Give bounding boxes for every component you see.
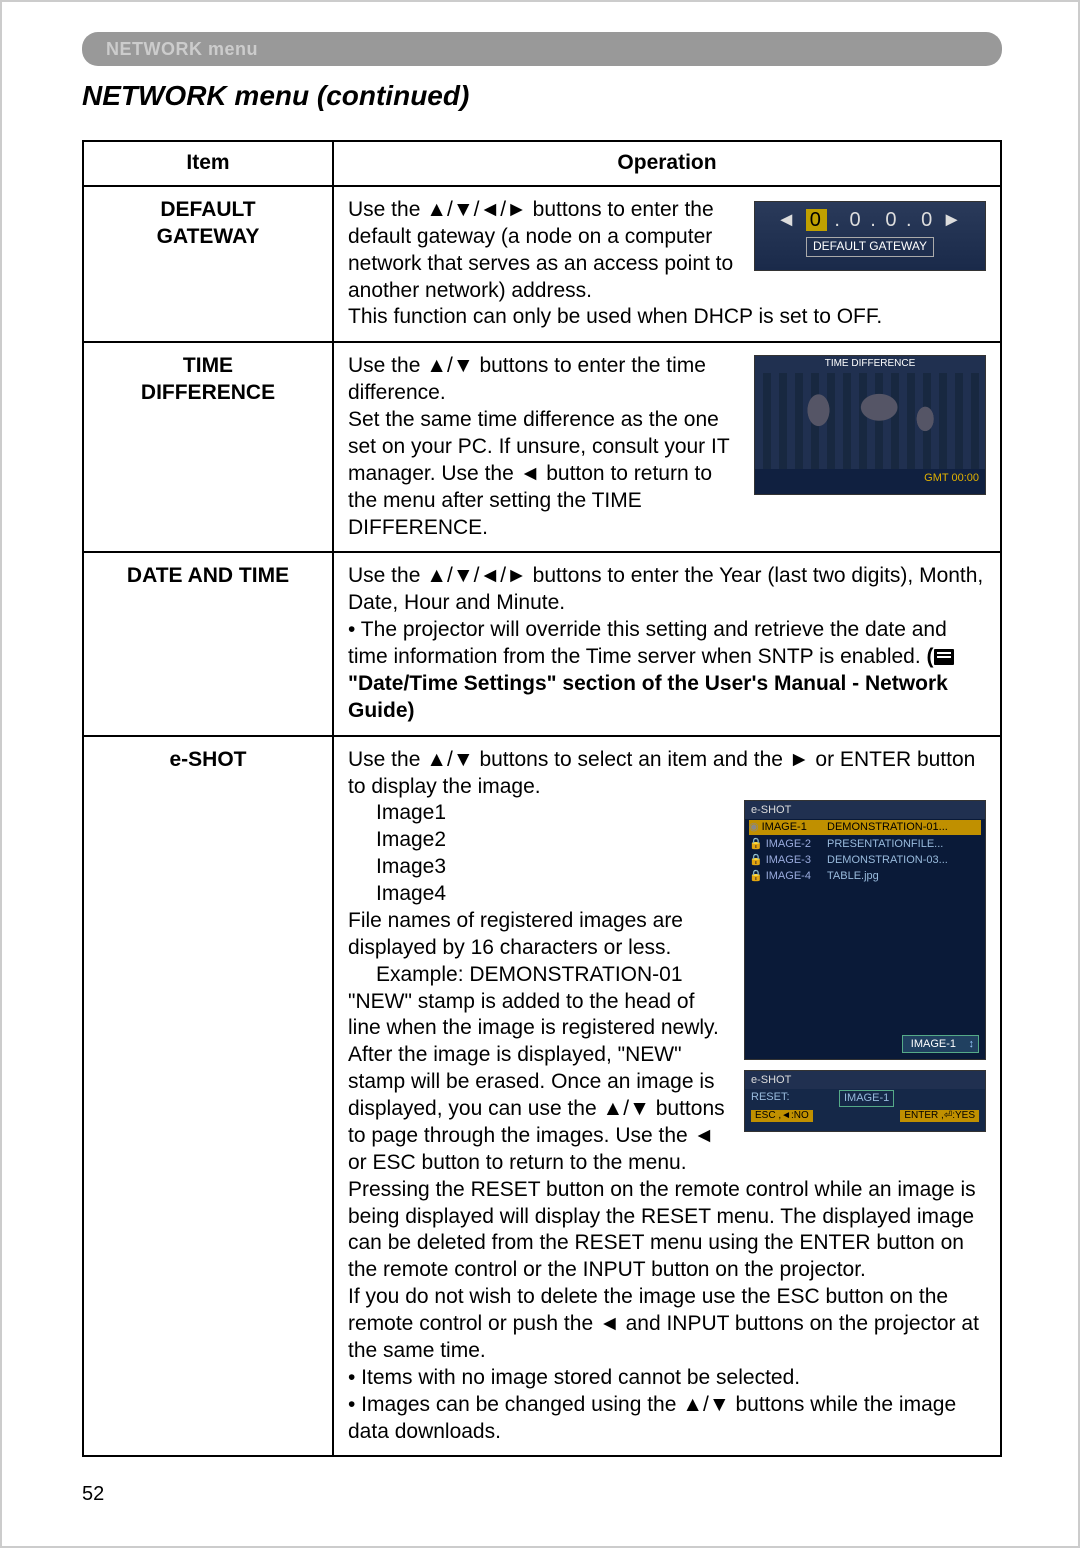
table-row: TIME DIFFERENCE TIME DIFFERENCE GMT 00:0… <box>83 342 1001 552</box>
eshot-reset-header: e-SHOT <box>745 1071 985 1089</box>
datetime-text-1: Use the ▲/▼/◄/► buttons to enter the Yea… <box>348 564 983 614</box>
eshot-text-1: Use the ▲/▼ buttons to select an item an… <box>348 748 975 798</box>
eshot-reset-row: RESET:IMAGE-1 <box>745 1089 985 1107</box>
lock-icon: 🔒 <box>749 854 763 866</box>
eshot-text-6: • Items with no image stored cannot be s… <box>348 1366 800 1389</box>
open-eye-icon: ◉ <box>749 821 759 833</box>
eshot-row-4: 🔒IMAGE-4TABLE.jpg <box>745 868 985 884</box>
timediff-header: TIME DIFFERENCE <box>755 356 985 373</box>
section-tab: NETWORK menu <box>82 32 1002 66</box>
table-row: DATE AND TIME Use the ▲/▼/◄/► buttons to… <box>83 552 1001 735</box>
item-date-and-time: DATE AND TIME <box>83 552 333 735</box>
item-time-difference: TIME DIFFERENCE <box>83 342 333 552</box>
world-map-icon <box>755 373 985 469</box>
table-row: e-SHOT Use the ▲/▼ buttons to select an … <box>83 736 1001 1457</box>
eshot-row-1: ◉IMAGE-1DEMONSTRATION-01... <box>745 819 985 835</box>
eshot-text-7: • Images can be changed using the ▲/▼ bu… <box>348 1393 956 1443</box>
eshot-text-3: "NEW" stamp is added to the head of line… <box>348 990 725 1174</box>
gateway-ip-label: DEFAULT GATEWAY <box>806 237 934 256</box>
op-e-shot: Use the ▲/▼ buttons to select an item an… <box>333 736 1001 1457</box>
gateway-screenshot: ◄ 0 . 0 . 0 . 0 ► DEFAULT GATEWAY <box>754 201 986 271</box>
eshot-text-4: Pressing the RESET button on the remote … <box>348 1178 976 1282</box>
eshot-row-2: 🔒IMAGE-2PRESENTATIONFILE... <box>745 836 985 852</box>
header-item: Item <box>83 141 333 186</box>
eshot-reset-yes: ENTER ,⏎:YES <box>900 1110 979 1123</box>
gateway-text-1: Use the ▲/▼/◄/► buttons to enter the def… <box>348 198 733 302</box>
eshot-reset-foot: ESC ,◄:NO ENTER ,⏎:YES <box>745 1108 985 1125</box>
timediff-screenshot: TIME DIFFERENCE GMT 00:00 <box>754 355 986 495</box>
item-e-shot: e-SHOT <box>83 736 333 1457</box>
eshot-image-tag: IMAGE-1 <box>902 1035 979 1053</box>
section-tab-label: NETWORK menu <box>106 39 258 60</box>
eshot-list-screenshot: e-SHOT ◉IMAGE-1DEMONSTRATION-01... 🔒IMAG… <box>744 800 986 1060</box>
op-default-gateway: ◄ 0 . 0 . 0 . 0 ► DEFAULT GATEWAY Use th… <box>333 186 1001 342</box>
operations-table: Item Operation DEFAULT GATEWAY ◄ 0 . 0 .… <box>82 140 1002 1457</box>
eshot-list-header: e-SHOT <box>745 801 985 819</box>
time-text-2: Set the same time difference as the one … <box>348 408 729 539</box>
time-text-1: Use the ▲/▼ buttons to enter the time di… <box>348 354 706 404</box>
table-row: DEFAULT GATEWAY ◄ 0 . 0 . 0 . 0 ► DEFAUL… <box>83 186 1001 342</box>
eshot-row-3: 🔒IMAGE-3DEMONSTRATION-03... <box>745 852 985 868</box>
datetime-text-2: • The projector will override this setti… <box>348 618 947 668</box>
lock-icon: 🔒 <box>749 870 763 882</box>
eshot-text-2: File names of registered images are disp… <box>348 909 683 959</box>
manual-icon <box>934 649 954 665</box>
eshot-reset-screenshot: e-SHOT RESET:IMAGE-1 ESC ,◄:NO ENTER ,⏎:… <box>744 1070 986 1132</box>
gateway-text-2: This function can only be used when DHCP… <box>348 305 882 328</box>
eshot-reset-no: ESC ,◄:NO <box>751 1110 813 1123</box>
op-date-and-time: Use the ▲/▼/◄/► buttons to enter the Yea… <box>333 552 1001 735</box>
gateway-ip: ◄ 0 . 0 . 0 . 0 ► <box>755 208 985 234</box>
item-default-gateway: DEFAULT GATEWAY <box>83 186 333 342</box>
page-title: NETWORK menu (continued) <box>82 80 1018 112</box>
header-operation: Operation <box>333 141 1001 186</box>
table-header-row: Item Operation <box>83 141 1001 186</box>
op-time-difference: TIME DIFFERENCE GMT 00:00 Use the ▲/▼ bu… <box>333 342 1001 552</box>
eshot-text-5: If you do not wish to delete the image u… <box>348 1285 979 1362</box>
lock-icon: 🔒 <box>749 838 763 850</box>
page-number: 52 <box>82 1483 1018 1506</box>
page: NETWORK menu NETWORK menu (continued) It… <box>0 0 1080 1548</box>
gmt-label: GMT 00:00 <box>755 469 985 487</box>
